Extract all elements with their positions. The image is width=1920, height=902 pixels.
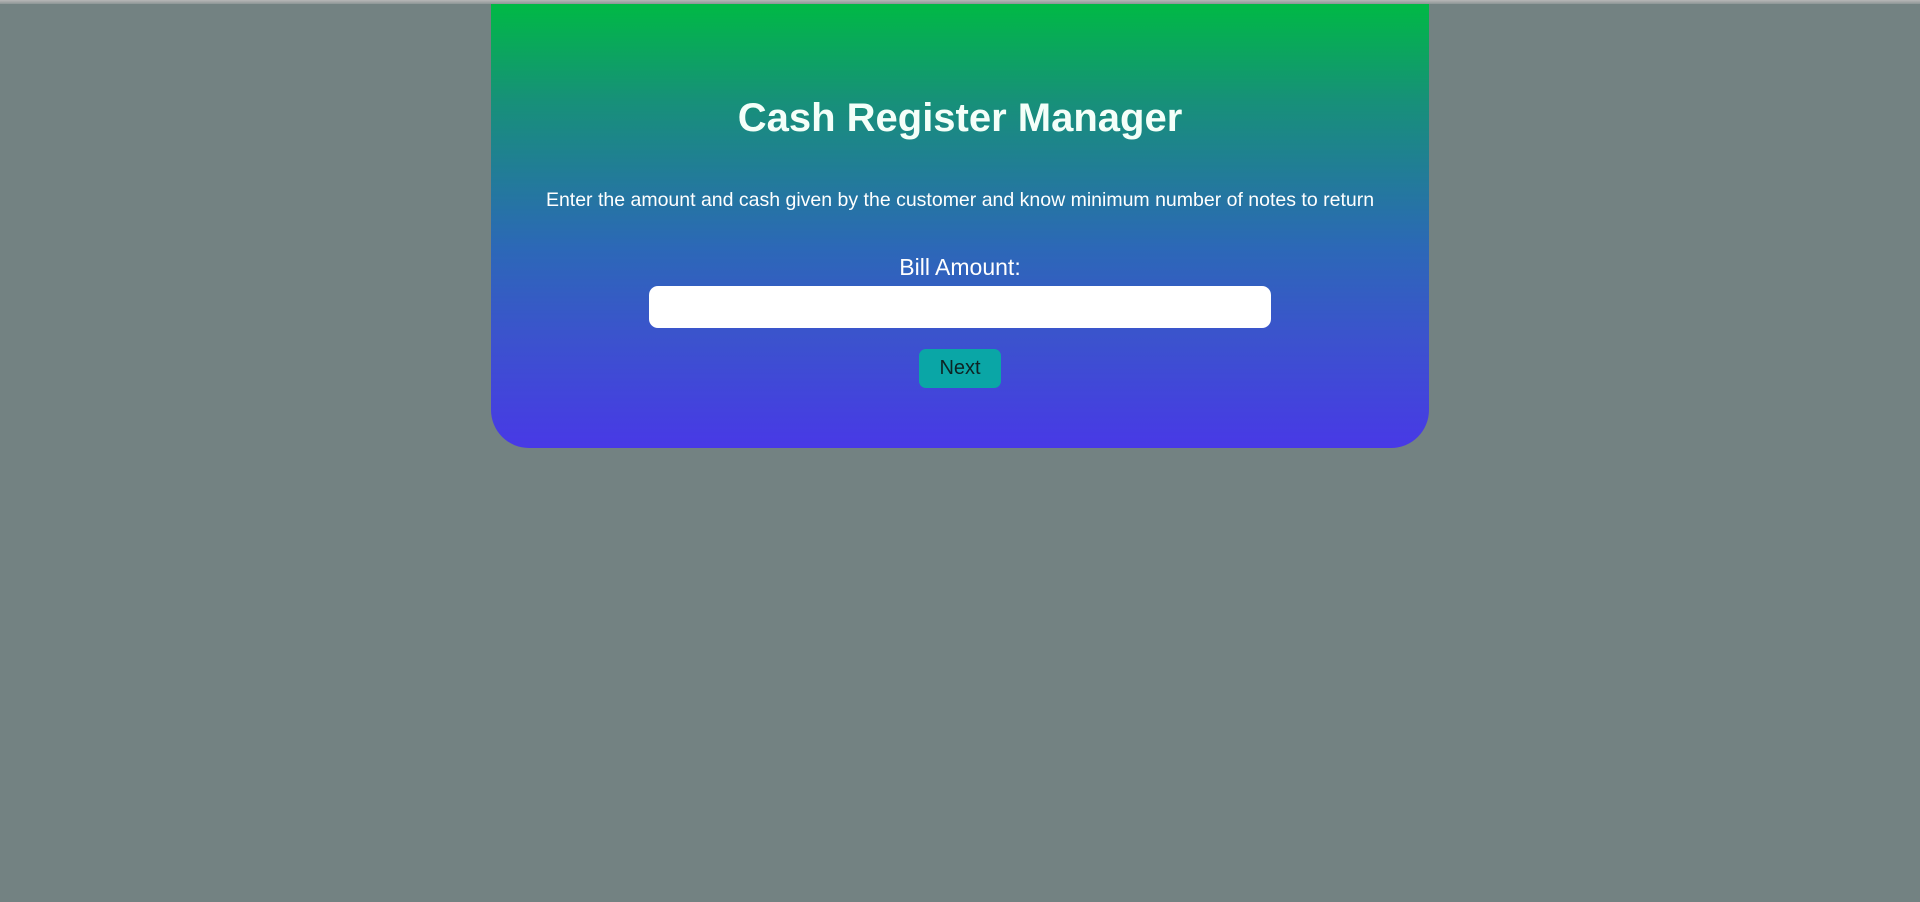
app-description: Enter the amount and cash given by the c…: [545, 189, 1375, 211]
next-button[interactable]: Next: [919, 349, 1001, 388]
bill-amount-input[interactable]: [649, 286, 1271, 328]
page-title: Cash Register Manager: [737, 96, 1183, 140]
bill-amount-label: Bill Amount:: [899, 254, 1021, 280]
cash-register-card: Cash Register Manager Enter the amount a…: [491, 4, 1429, 448]
